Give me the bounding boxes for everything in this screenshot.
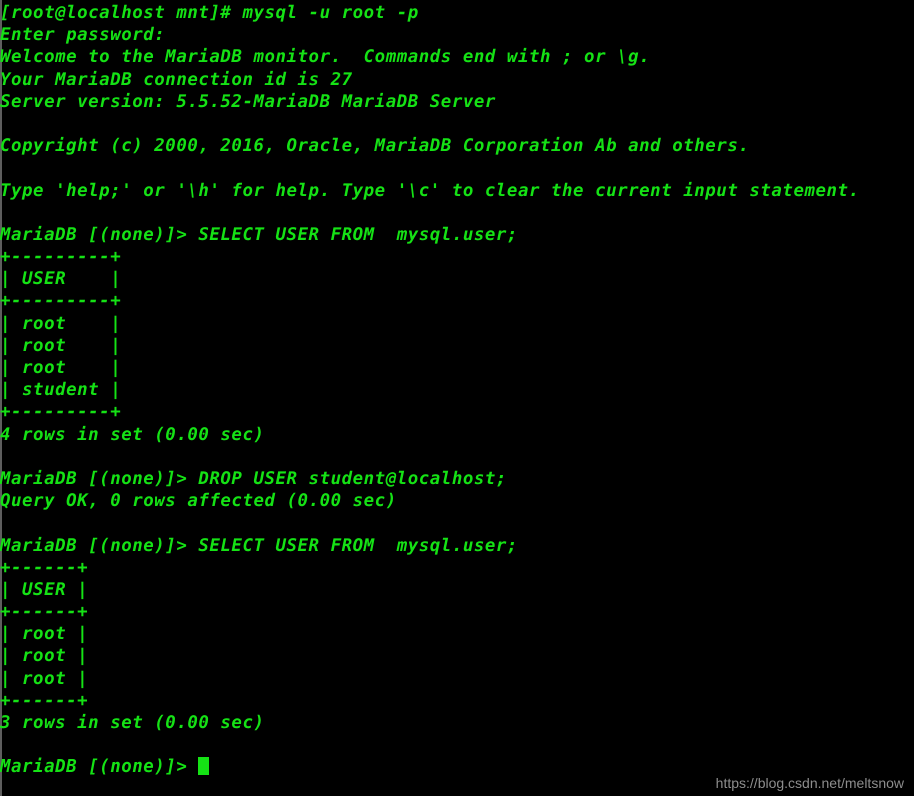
terminal-line: | student |	[0, 380, 122, 401]
terminal-line: +------+	[0, 557, 89, 578]
terminal-line: | root |	[0, 335, 122, 356]
terminal-line: 3 rows in set (0.00 sec)	[0, 713, 265, 733]
terminal-line: +---------+	[0, 247, 122, 268]
terminal-screen[interactable]: [root@localhost mnt]# mysql -u root -p En…	[0, 0, 914, 779]
terminal-line: Enter password:	[0, 25, 166, 46]
terminal-line: | root |	[0, 646, 89, 667]
prompt-text: MariaDB [(none)]>	[0, 757, 199, 778]
terminal-line: MariaDB [(none)]> SELECT USER FROM mysql…	[0, 224, 518, 245]
block-cursor	[198, 757, 210, 776]
terminal-line: Copyright (c) 2000, 2016, Oracle, MariaD…	[0, 136, 750, 157]
terminal-line: Server version: 5.5.52-MariaDB MariaDB S…	[0, 91, 496, 112]
terminal-line: | root |	[0, 313, 122, 334]
terminal-window[interactable]: [root@localhost mnt]# mysql -u root -p En…	[0, 0, 914, 796]
watermark-url: https://blog.csdn.net/meltsnow	[715, 775, 904, 791]
terminal-line: | USER |	[0, 579, 89, 600]
terminal-line: [root@localhost mnt]# mysql -u root -p	[0, 3, 419, 23]
terminal-line: | root |	[0, 358, 122, 378]
terminal-line: MariaDB [(none)]> DROP USER student@loca…	[0, 468, 507, 489]
terminal-line: +------+	[0, 602, 89, 623]
terminal-line: 4 rows in set (0.00 sec)	[0, 424, 265, 445]
terminal-line: +---------+	[0, 402, 122, 423]
terminal-line: +---------+	[0, 291, 122, 312]
terminal-line: +------+	[0, 690, 89, 711]
terminal-line: | root |	[0, 624, 89, 645]
terminal-line: Your MariaDB connection id is 27	[0, 69, 353, 90]
terminal-line: | USER |	[0, 269, 122, 290]
terminal-line: Type 'help;' or '\h' for help. Type '\c'…	[0, 180, 860, 201]
terminal-line: Welcome to the MariaDB monitor. Commands…	[0, 47, 651, 68]
terminal-line: Query OK, 0 rows affected (0.00 sec)	[0, 491, 397, 512]
terminal-line: | root |	[0, 668, 89, 689]
terminal-line: MariaDB [(none)]> SELECT USER FROM mysql…	[0, 535, 518, 556]
